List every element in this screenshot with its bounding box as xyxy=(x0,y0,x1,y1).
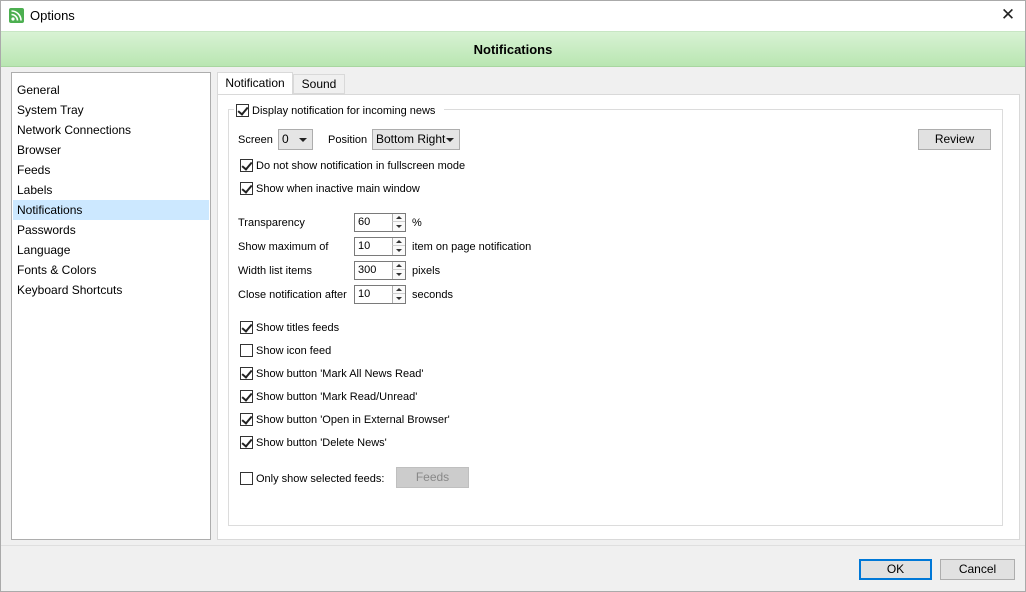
spin-up-icon[interactable] xyxy=(392,262,405,270)
sidebar-item-feeds[interactable]: Feeds xyxy=(13,160,209,180)
sidebar-item-passwords[interactable]: Passwords xyxy=(13,220,209,240)
title-bar: Options ✕ xyxy=(0,0,1026,31)
window-title: Options xyxy=(30,8,75,23)
show-inactive-checkbox[interactable] xyxy=(240,182,253,195)
width-list-label: Width list items xyxy=(238,265,312,277)
show-delete-news-checkbox[interactable] xyxy=(240,436,253,449)
close-after-label: Close notification after xyxy=(238,289,347,301)
show-open-external-label: Show button 'Open in External Browser' xyxy=(256,414,450,426)
spin-up-icon[interactable] xyxy=(392,238,405,246)
close-after-unit: seconds xyxy=(412,289,453,301)
spin-down-icon[interactable] xyxy=(392,270,405,279)
page-title: Notifications xyxy=(473,42,553,57)
show-max-label: Show maximum of xyxy=(238,241,329,253)
close-window-button[interactable]: ✕ xyxy=(998,4,1018,26)
show-open-external-checkbox[interactable] xyxy=(240,413,253,426)
show-icon-feed-label: Show icon feed xyxy=(256,345,332,357)
no-fullscreen-label: Do not show notification in fullscreen m… xyxy=(256,160,466,172)
tab-notification[interactable]: Notification xyxy=(217,72,293,95)
display-notification-checkbox[interactable] xyxy=(236,104,249,117)
close-after-spinbox[interactable]: 10 xyxy=(354,285,406,304)
sidebar-item-keyboard-shortcuts[interactable]: Keyboard Shortcuts xyxy=(13,280,209,300)
show-titles-feeds-checkbox[interactable] xyxy=(240,321,253,334)
show-titles-feeds-label: Show titles feeds xyxy=(256,322,340,334)
screen-label: Screen xyxy=(238,134,273,146)
show-inactive-label: Show when inactive main window xyxy=(256,183,420,195)
sidebar-item-notifications[interactable]: Notifications xyxy=(13,200,209,220)
content-area: General System Tray Network Connections … xyxy=(1,67,1025,545)
close-after-value: 10 xyxy=(358,288,371,300)
only-selected-feeds-label: Only show selected feeds: xyxy=(256,473,385,485)
position-select-value: Bottom Right xyxy=(376,132,446,146)
transparency-label: Transparency xyxy=(238,217,305,229)
show-icon-feed-checkbox[interactable] xyxy=(240,344,253,357)
no-fullscreen-checkbox[interactable] xyxy=(240,159,253,172)
sidebar-item-labels[interactable]: Labels xyxy=(13,180,209,200)
transparency-unit: % xyxy=(412,217,422,229)
transparency-spinbox[interactable]: 60 xyxy=(354,213,406,232)
screen-select-value: 0 xyxy=(282,132,289,146)
show-max-unit: item on page notification xyxy=(412,241,532,253)
width-list-spinbox[interactable]: 300 xyxy=(354,261,406,280)
sidebar-item-fonts-colors[interactable]: Fonts & Colors xyxy=(13,260,209,280)
tab-sound[interactable]: Sound xyxy=(293,74,345,94)
spin-up-icon[interactable] xyxy=(392,214,405,222)
sidebar-item-browser[interactable]: Browser xyxy=(13,140,209,160)
chevron-down-icon xyxy=(446,138,454,142)
position-label: Position xyxy=(328,134,368,146)
transparency-value: 60 xyxy=(358,216,371,228)
sidebar-item-general[interactable]: General xyxy=(13,80,209,100)
spin-down-icon[interactable] xyxy=(392,222,405,231)
spin-down-icon[interactable] xyxy=(392,246,405,255)
page-header: Notifications xyxy=(1,31,1025,67)
sidebar-item-network-connections[interactable]: Network Connections xyxy=(13,120,209,140)
show-delete-news-label: Show button 'Delete News' xyxy=(256,437,387,449)
cancel-button[interactable]: Cancel xyxy=(940,559,1015,580)
only-selected-feeds-checkbox[interactable] xyxy=(240,472,253,485)
spin-down-icon[interactable] xyxy=(392,294,405,303)
notification-panel: Display notification for incoming news S… xyxy=(217,94,1020,540)
review-button[interactable]: Review xyxy=(918,129,991,150)
display-notification-label: Display notification for incoming news xyxy=(252,105,436,117)
sidebar-item-language[interactable]: Language xyxy=(13,240,209,260)
show-mark-all-read-label: Show button 'Mark All News Read' xyxy=(256,368,424,380)
sidebar-item-system-tray[interactable]: System Tray xyxy=(13,100,209,120)
feeds-button[interactable]: Feeds xyxy=(396,467,469,488)
show-max-spinbox[interactable]: 10 xyxy=(354,237,406,256)
chevron-down-icon xyxy=(299,138,307,142)
show-mark-all-read-checkbox[interactable] xyxy=(240,367,253,380)
position-select[interactable]: Bottom Right xyxy=(372,129,460,150)
rss-icon xyxy=(9,8,24,23)
show-mark-read-unread-checkbox[interactable] xyxy=(240,390,253,403)
width-list-unit: pixels xyxy=(412,265,441,277)
show-mark-read-unread-label: Show button 'Mark Read/Unread' xyxy=(256,391,418,403)
ok-button[interactable]: OK xyxy=(859,559,932,580)
spin-up-icon[interactable] xyxy=(392,286,405,294)
options-sidebar: General System Tray Network Connections … xyxy=(11,72,211,540)
dialog-footer: OK Cancel xyxy=(0,545,1026,592)
width-list-value: 300 xyxy=(358,264,377,276)
show-max-value: 10 xyxy=(358,240,371,252)
screen-select[interactable]: 0 xyxy=(278,129,313,150)
